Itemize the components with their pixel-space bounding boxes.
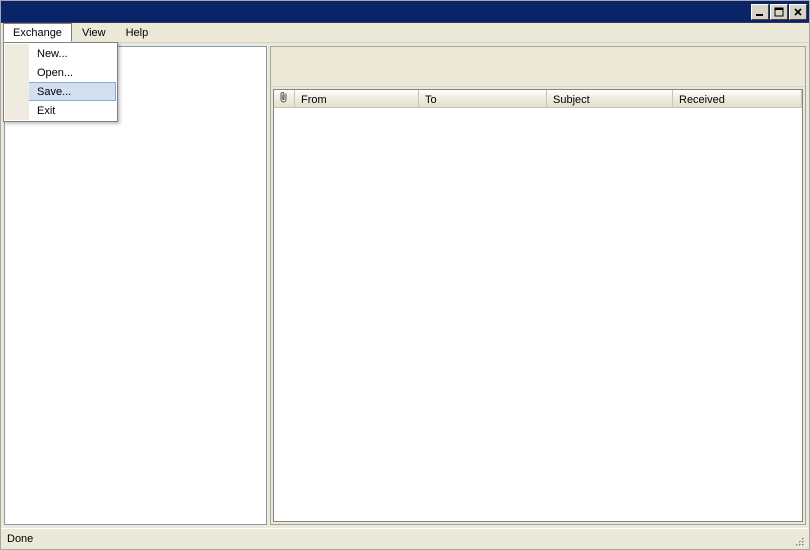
menu-item-label: New...: [19, 48, 68, 60]
maximize-button[interactable]: [770, 4, 788, 20]
menu-item-label: Open...: [19, 67, 73, 79]
app-window: Exchange View Help New... Open... Save..…: [0, 0, 810, 550]
titlebar: [1, 1, 809, 23]
menu-help[interactable]: Help: [116, 23, 159, 42]
window-controls: [751, 3, 807, 21]
menu-exchange[interactable]: Exchange: [3, 23, 72, 42]
menu-view[interactable]: View: [72, 23, 116, 42]
column-to[interactable]: To: [419, 90, 547, 108]
column-subject[interactable]: Subject: [547, 90, 673, 108]
status-text: Done: [7, 533, 33, 545]
message-list[interactable]: From To Subject Received: [273, 89, 803, 522]
exchange-dropdown: New... Open... Save... Exit: [3, 42, 118, 122]
menubar: Exchange View Help New... Open... Save..…: [1, 23, 809, 43]
close-button[interactable]: [789, 4, 807, 20]
column-attachment[interactable]: [274, 90, 295, 108]
message-list-body[interactable]: [274, 108, 802, 521]
menu-item-label: Save...: [19, 86, 71, 98]
column-from[interactable]: From: [295, 90, 419, 108]
message-panel: From To Subject Received: [270, 46, 806, 525]
minimize-button[interactable]: [751, 4, 769, 20]
menu-item-label: Exit: [19, 105, 55, 117]
column-received[interactable]: Received: [673, 90, 802, 108]
resize-grip[interactable]: [792, 534, 806, 548]
column-headers: From To Subject Received: [274, 90, 802, 108]
content-area: From To Subject Received: [1, 43, 809, 528]
paperclip-icon: [279, 91, 289, 107]
statusbar: Done: [1, 528, 809, 549]
message-toolbar: [271, 47, 805, 87]
